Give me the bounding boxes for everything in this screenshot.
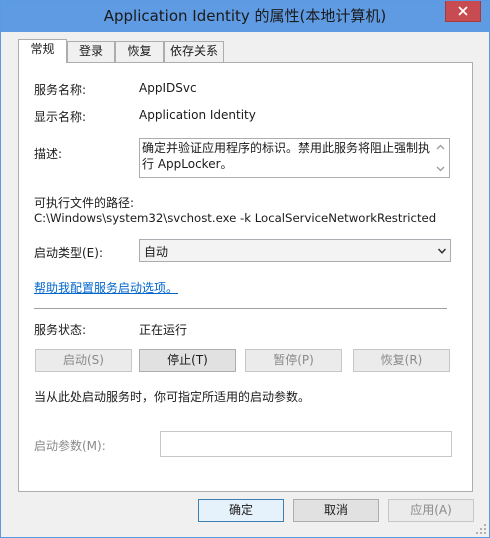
service-name-value: AppIDSvc [139, 81, 197, 95]
apply-button[interactable]: 应用(A) [388, 499, 474, 522]
chevron-down-icon [437, 248, 447, 254]
description-label: 描述: [34, 147, 63, 161]
display-name-value: Application Identity [139, 108, 256, 122]
service-name-label: 服务名称: [34, 83, 87, 97]
service-status-label: 服务状态: [34, 323, 87, 337]
tab-general[interactable]: 常规 [18, 39, 67, 63]
tab-logon[interactable]: 登录 [67, 41, 115, 62]
title-bar[interactable]: Application Identity 的属性(本地计算机) [1, 1, 489, 32]
startup-type-label: 启动类型(E): [34, 246, 103, 260]
description-field[interactable]: 确定并验证应用程序的标识。禁用此服务将阻止强制执行 AppLocker。 [139, 138, 450, 178]
tab-recovery[interactable]: 恢复 [115, 41, 164, 62]
cancel-button[interactable]: 取消 [293, 499, 379, 522]
display-name-label: 显示名称: [34, 110, 87, 124]
scroll-down-icon[interactable] [436, 164, 445, 173]
tab-dependencies[interactable]: 依存关系 [164, 41, 224, 62]
close-button[interactable] [445, 1, 481, 22]
window-title: Application Identity 的属性(本地计算机) [103, 7, 387, 25]
start-params-hint: 当从此处启动服务时，你可指定所适用的启动参数。 [34, 390, 311, 404]
description-text: 确定并验证应用程序的标识。禁用此服务将阻止强制执行 AppLocker。 [142, 141, 431, 171]
service-status-value: 正在运行 [139, 323, 188, 337]
startup-type-select[interactable]: 自动 [139, 239, 451, 262]
scroll-up-icon[interactable] [436, 143, 445, 152]
start-params-input[interactable] [160, 431, 452, 457]
close-icon [458, 6, 468, 16]
startup-type-selected: 自动 [144, 245, 169, 259]
executable-path-value: C:\Windows\system32\svchost.exe -k Local… [34, 211, 437, 225]
stop-button[interactable]: 停止(T) [139, 349, 236, 372]
section-divider [34, 308, 447, 309]
resume-button[interactable]: 恢复(R) [353, 349, 450, 372]
executable-path-label: 可执行文件的路径: [34, 196, 135, 210]
resize-grip-icon[interactable] [475, 523, 487, 535]
help-configure-link[interactable]: 帮助我配置服务启动选项。 [34, 279, 178, 296]
pause-button[interactable]: 暂停(P) [245, 349, 342, 372]
start-button[interactable]: 启动(S) [35, 349, 132, 372]
ok-button[interactable]: 确定 [198, 499, 284, 522]
start-params-label: 启动参数(M): [34, 439, 106, 453]
description-scrollbar[interactable] [432, 139, 449, 177]
general-tab-panel: 服务名称: AppIDSvc 显示名称: Application Identit… [18, 62, 473, 492]
properties-dialog: Application Identity 的属性(本地计算机) 常规 登录 恢复… [0, 0, 490, 538]
